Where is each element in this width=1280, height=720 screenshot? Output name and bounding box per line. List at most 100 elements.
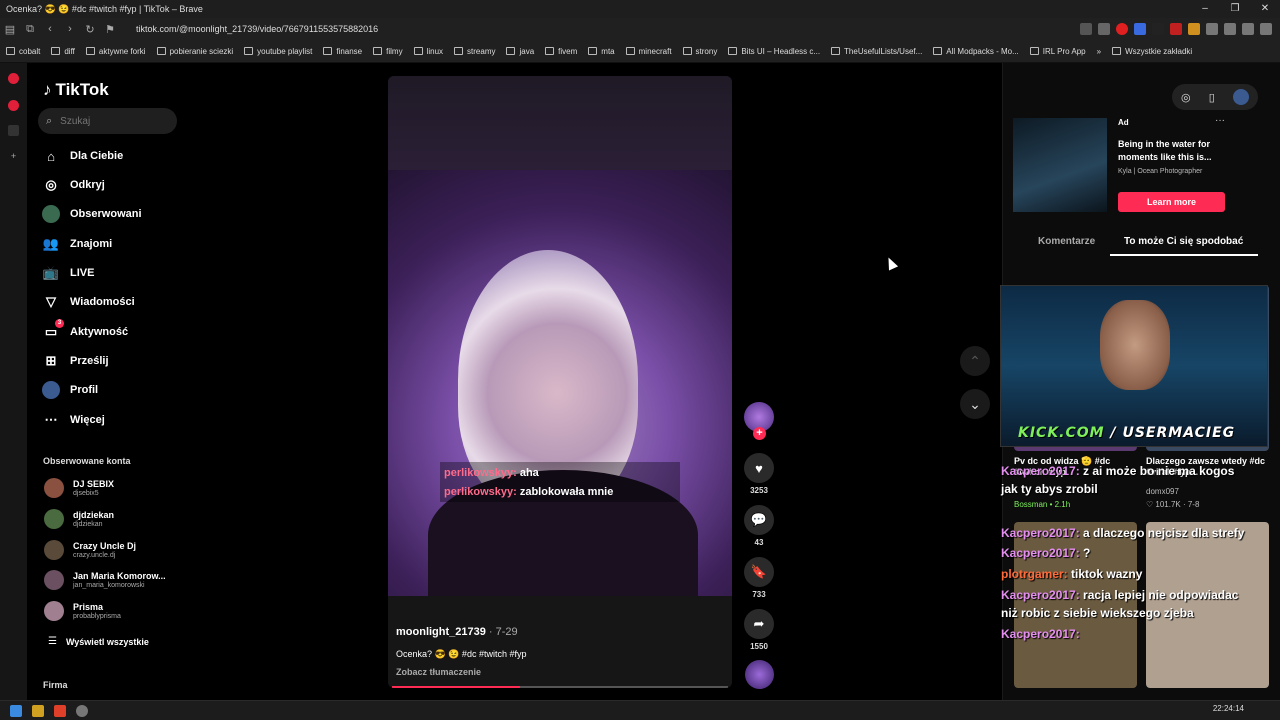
ad-more-icon[interactable]: ··· bbox=[1215, 115, 1225, 126]
bookmark-item[interactable]: finanse bbox=[323, 47, 362, 56]
reload-icon[interactable]: ↻ bbox=[80, 23, 100, 36]
bookmark-item[interactable]: TheUsefulLists/Usef... bbox=[831, 47, 922, 56]
learn-more-button[interactable]: Learn more bbox=[1118, 192, 1225, 212]
bookmark-item[interactable]: diff bbox=[51, 47, 75, 56]
upload-icon: ⊞ bbox=[45, 353, 57, 368]
heart-icon[interactable]: ♥ bbox=[744, 453, 774, 483]
share-icon[interactable]: ➦ bbox=[744, 609, 774, 639]
menu-icon[interactable] bbox=[1260, 23, 1272, 35]
followed-account[interactable]: Jan Maria Komorow... jan_maria_komorowski bbox=[44, 570, 166, 590]
app-icon[interactable] bbox=[76, 704, 88, 717]
extension-icon[interactable] bbox=[1188, 23, 1200, 35]
shield-icon[interactable] bbox=[1098, 23, 1110, 35]
bookmark-item[interactable]: java bbox=[506, 47, 534, 56]
bookmark-item[interactable]: Bits UI – Headless c... bbox=[728, 47, 820, 56]
followed-account[interactable]: Prisma probablyprisma bbox=[44, 601, 121, 621]
nav-profile[interactable]: Profil bbox=[42, 380, 98, 400]
bookmark-item[interactable]: strony bbox=[682, 47, 717, 56]
recommended-author[interactable]: Bossman • 2.1h bbox=[1014, 500, 1070, 509]
start-icon[interactable] bbox=[10, 704, 22, 717]
bookmark-item[interactable]: youtube playlist bbox=[244, 47, 312, 56]
youtube-icon[interactable] bbox=[8, 100, 19, 111]
music-disc-icon[interactable] bbox=[745, 660, 774, 689]
nav-more[interactable]: ⋯ Więcej bbox=[42, 410, 105, 430]
translate-link[interactable]: Zobacz tłumaczenie bbox=[396, 667, 481, 677]
bookmark-icon[interactable]: ⚑ bbox=[100, 23, 120, 36]
bookmark-all[interactable]: Wszystkie zakładki bbox=[1112, 47, 1192, 56]
show-all-following[interactable]: ☰ Wyświetl wszystkie bbox=[48, 636, 149, 647]
bookmark-item[interactable]: minecraft bbox=[625, 47, 672, 56]
followed-account[interactable]: DJ SEBIX djsebix5 bbox=[44, 478, 114, 498]
tiktok-icon[interactable] bbox=[8, 125, 19, 136]
video-player[interactable]: perlikowskyy: aha perlikowskyy: zablokow… bbox=[388, 76, 732, 688]
bookmarks-overflow[interactable]: » bbox=[1097, 47, 1101, 56]
profile-icon[interactable] bbox=[1242, 23, 1254, 35]
music-icon[interactable] bbox=[1224, 23, 1236, 35]
folder-icon bbox=[682, 47, 692, 55]
extension-icon[interactable] bbox=[1170, 23, 1182, 35]
tiktok-logo[interactable]: ♪ TikTok bbox=[43, 80, 109, 100]
nav-live[interactable]: 📺 LIVE bbox=[42, 263, 95, 283]
search-box[interactable]: ⌕ bbox=[38, 108, 177, 134]
video-author[interactable]: moonlight_21739 · 7-29 bbox=[396, 626, 518, 638]
forward-icon[interactable]: › bbox=[60, 23, 80, 35]
ad-image[interactable] bbox=[1013, 118, 1107, 212]
tab-comments[interactable]: Komentarze bbox=[1038, 236, 1095, 247]
extension-icon[interactable] bbox=[1134, 23, 1146, 35]
follow-button[interactable]: + bbox=[753, 427, 766, 440]
brave-rewards-icon[interactable] bbox=[1116, 23, 1128, 35]
bookmark-item[interactable]: fivem bbox=[545, 47, 577, 56]
comment-icon[interactable]: 💬 bbox=[744, 505, 774, 535]
previous-video-button[interactable]: ⌃ bbox=[960, 346, 990, 376]
folder-icon bbox=[51, 47, 61, 55]
minimize-button[interactable]: – bbox=[1190, 0, 1220, 18]
bookmark-item[interactable]: mta bbox=[588, 47, 615, 56]
puzzle-icon[interactable] bbox=[1206, 23, 1218, 35]
followed-account[interactable]: djdziekan djdziekan bbox=[44, 509, 114, 529]
nav-messages[interactable]: ▽ Wiadomości bbox=[42, 292, 135, 312]
bookmark-item[interactable]: streamy bbox=[454, 47, 495, 56]
tabs-icon[interactable]: ⧉ bbox=[20, 23, 40, 36]
video-progress-bar[interactable] bbox=[392, 686, 728, 688]
brave-icon[interactable] bbox=[8, 73, 19, 84]
search-input[interactable] bbox=[60, 115, 161, 127]
overlay-chat-line: perlikowskyy: zablokowała mnie bbox=[444, 486, 614, 498]
bookmark-item[interactable]: filmy bbox=[373, 47, 403, 56]
bookmark-item[interactable]: All Modpacks - Mo... bbox=[933, 47, 1019, 56]
nav-explore[interactable]: ◎ Odkryj bbox=[42, 175, 105, 195]
bookmark-item[interactable]: IRL Pro App bbox=[1029, 47, 1086, 56]
explorer-icon[interactable] bbox=[32, 704, 44, 717]
sidebar-toggle-icon[interactable]: ▤ bbox=[0, 23, 20, 36]
nav-friends[interactable]: 👥 Znajomi bbox=[42, 234, 112, 254]
bookmark-item[interactable]: linux bbox=[413, 47, 443, 56]
compass-icon[interactable]: ◎ bbox=[1181, 91, 1191, 104]
followed-account[interactable]: Crazy Uncle Dj crazy.uncle.dj bbox=[44, 540, 136, 560]
bookmark-item[interactable]: cobalt bbox=[6, 47, 40, 56]
translate-icon[interactable] bbox=[1080, 23, 1092, 35]
phone-icon[interactable]: ▯ bbox=[1209, 91, 1215, 104]
brave-icon[interactable] bbox=[54, 704, 66, 717]
tab-recommended[interactable]: To może Ci się spodobać bbox=[1124, 236, 1243, 247]
profile-avatar[interactable] bbox=[1232, 89, 1249, 105]
bookmark-item[interactable]: aktywne forki bbox=[85, 47, 146, 56]
nav-for-you[interactable]: ⌂ Dla Ciebie bbox=[42, 146, 123, 166]
recommended-author[interactable]: domx097 bbox=[1146, 487, 1179, 496]
bookmark-item[interactable]: pobieranie sciezki bbox=[156, 47, 233, 56]
next-video-button[interactable]: ⌄ bbox=[960, 389, 990, 419]
bookmark-icon[interactable]: 🔖 bbox=[744, 557, 774, 587]
ad-title[interactable]: Being in the water for moments like this… bbox=[1118, 138, 1228, 164]
back-icon[interactable]: ‹ bbox=[40, 23, 60, 35]
extension-icon[interactable] bbox=[1152, 23, 1164, 35]
window-title: Ocenka? 😎 😉 #dc #twitch #fyp | TikTok – … bbox=[0, 0, 1280, 18]
nav-upload[interactable]: ⊞ Prześlij bbox=[42, 351, 109, 371]
notification-badge: 3 bbox=[55, 319, 64, 328]
recommended-thumbnail[interactable] bbox=[1146, 522, 1269, 688]
nav-activity[interactable]: ▭ 3 Aktywność bbox=[42, 319, 128, 342]
close-button[interactable]: ✕ bbox=[1250, 0, 1280, 18]
search-icon: ⌕ bbox=[46, 114, 53, 127]
nav-following[interactable]: Obserwowani bbox=[42, 204, 142, 224]
browser-toolbar: ▤ ⧉ ‹ › ↻ ⚑ tiktok.com/@moonlight_21739/… bbox=[0, 18, 1280, 40]
address-bar[interactable]: tiktok.com/@moonlight_21739/video/766791… bbox=[130, 20, 1030, 38]
maximize-button[interactable]: ❐ bbox=[1220, 0, 1250, 18]
add-icon[interactable]: + bbox=[8, 151, 19, 162]
